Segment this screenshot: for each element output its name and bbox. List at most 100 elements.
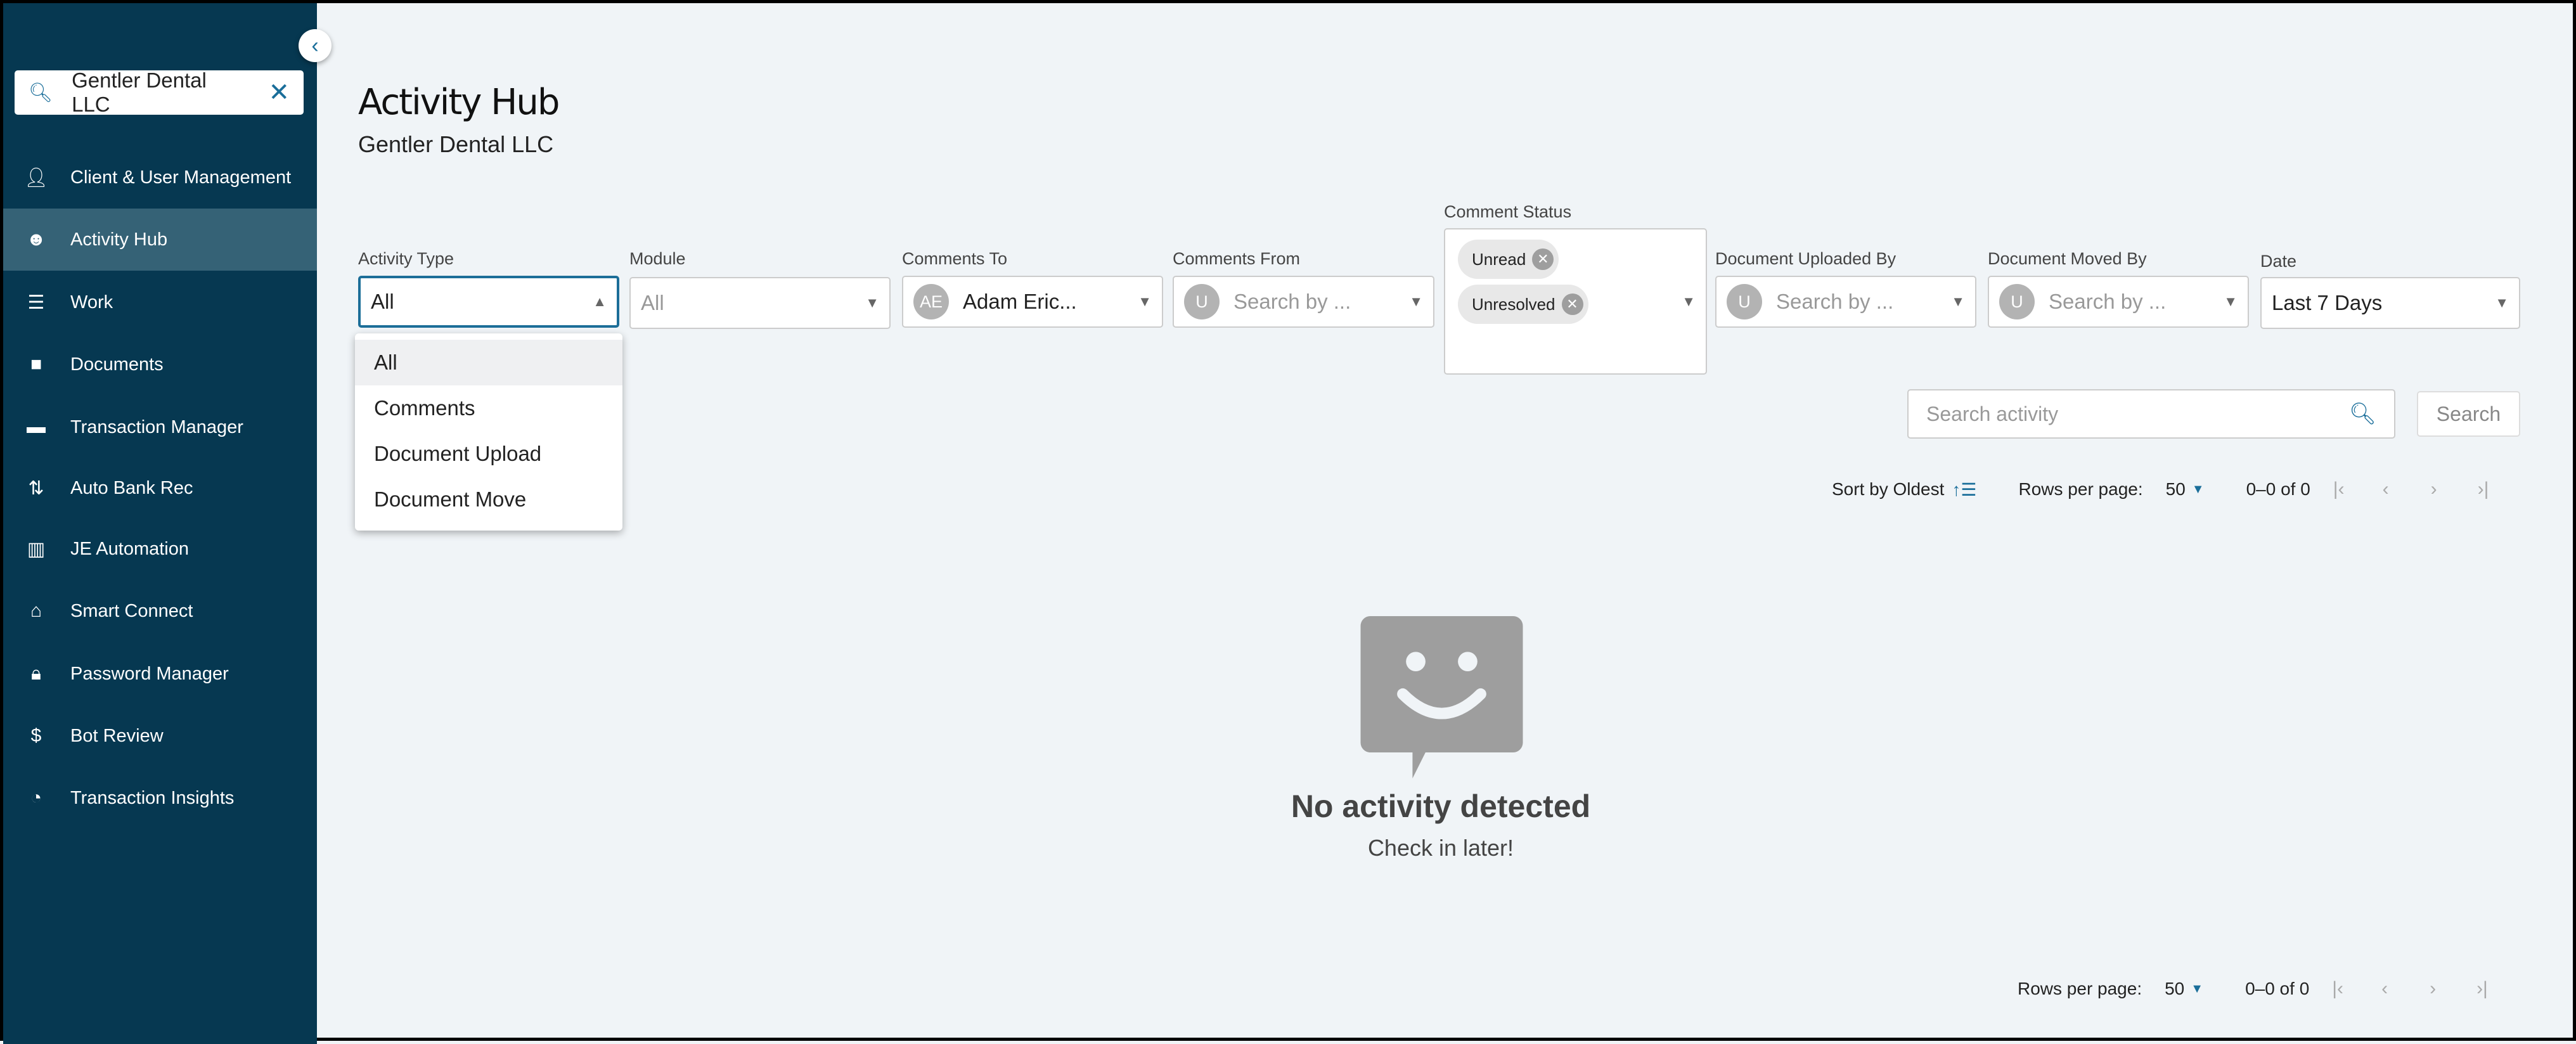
- search-button[interactable]: Search: [2417, 391, 2520, 437]
- avatar: U: [1727, 284, 1762, 319]
- sidebar-item-documents[interactable]: ■ Documents: [3, 333, 317, 396]
- company-search-input[interactable]: 🔍︎ Gentler Dental LLC ✕: [15, 68, 304, 116]
- sort-ascending-icon[interactable]: ↑☰: [1952, 479, 1976, 500]
- sidebar-item-auto-bank-rec[interactable]: ⇅ Auto Bank Rec: [3, 457, 317, 519]
- module-select[interactable]: All ▼: [629, 277, 891, 329]
- sidebar-item-label: JE Automation: [70, 538, 189, 559]
- activity-type-select[interactable]: All ▲: [358, 276, 619, 328]
- avatar: U: [1999, 284, 2035, 319]
- document-uploaded-by-placeholder: Search by ...: [1776, 290, 1894, 313]
- module-label: Module: [629, 249, 686, 268]
- avatar: AE: [913, 284, 949, 319]
- chip-unresolved: Unresolved ✕: [1458, 285, 1588, 324]
- activity-type-label: Activity Type: [358, 249, 454, 268]
- clear-icon[interactable]: ✕: [268, 78, 290, 107]
- first-page-icon[interactable]: |‹: [2332, 978, 2343, 1000]
- chip-unread: Unread ✕: [1458, 240, 1559, 279]
- document-moved-by-select[interactable]: U Search by ... ▼: [1988, 276, 2249, 328]
- chat-smile-icon: ☻: [26, 229, 46, 250]
- sidebar-item-label: Transaction Manager: [70, 416, 243, 437]
- rows-per-page-label: Rows per page:: [2018, 979, 2142, 998]
- search-activity-input[interactable]: Search activity 🔍︎: [1907, 389, 2395, 439]
- sidebar-item-label: Documents: [70, 354, 164, 375]
- caret-down-icon: ▼: [1951, 293, 1965, 309]
- chip-label: Unresolved: [1472, 294, 1555, 314]
- empty-title: No activity detected: [1291, 789, 1591, 824]
- previous-page-icon[interactable]: ‹: [2383, 479, 2389, 500]
- caret-down-icon: ▼: [1138, 293, 1152, 309]
- rows-per-page-select[interactable]: 50: [2165, 979, 2184, 999]
- sidebar-item-activity-hub[interactable]: ☻ Activity Hub: [3, 209, 317, 271]
- pagination-top: Sort by Oldest ↑☰ Rows per page: 50 ▼ 0–…: [1832, 470, 2489, 508]
- date-label: Date: [2260, 252, 2297, 271]
- next-page-icon[interactable]: ›: [2430, 978, 2436, 1000]
- next-page-icon[interactable]: ›: [2431, 479, 2437, 500]
- sidebar-item-label: Bot Review: [70, 725, 164, 746]
- page-range: 0–0 of 0: [2245, 979, 2310, 998]
- document-moved-by-label: Document Moved By: [1988, 249, 2147, 268]
- sidebar-item-label: Transaction Insights: [70, 787, 235, 808]
- avatar: U: [1184, 284, 1220, 319]
- caret-down-icon[interactable]: ▼: [2192, 482, 2205, 497]
- dollar-search-icon: $: [30, 725, 42, 746]
- comment-status-label: Comment Status: [1444, 202, 1572, 221]
- remove-chip-icon[interactable]: ✕: [1532, 248, 1554, 270]
- search-icon[interactable]: 🔍︎: [2349, 401, 2376, 427]
- sort-button[interactable]: Sort by Oldest: [1832, 479, 1944, 499]
- remove-chip-icon[interactable]: ✕: [1561, 293, 1583, 315]
- chevron-left-icon: ‹: [311, 33, 319, 58]
- empty-subtitle: Check in later!: [1367, 835, 1514, 861]
- company-search-value: Gentler Dental LLC: [72, 68, 207, 116]
- date-select[interactable]: Last 7 Days ▼: [2260, 277, 2520, 329]
- checklist-icon: ☰: [27, 292, 45, 313]
- user-gear-icon: 👤︎: [23, 167, 49, 188]
- first-page-icon[interactable]: |‹: [2333, 479, 2345, 500]
- sidebar-item-work[interactable]: ☰ Work: [3, 271, 317, 333]
- caret-down-icon: ▼: [2224, 293, 2238, 309]
- activity-type-menu: All Comments Document Upload Document Mo…: [355, 333, 622, 531]
- caret-up-icon: ▲: [593, 293, 607, 309]
- caret-down-icon: ▼: [2495, 295, 2509, 311]
- caret-down-icon: ▼: [1409, 293, 1423, 309]
- document-moved-by-placeholder: Search by ...: [2049, 290, 2167, 313]
- pagination-bottom: Rows per page: 50 ▼ 0–0 of 0 |‹ ‹ › ›|: [2018, 970, 2488, 1008]
- sidebar-item-client-user-management[interactable]: 👤︎ Client & User Management: [3, 146, 317, 209]
- sidebar-item-je-automation[interactable]: ▥ JE Automation: [3, 518, 317, 580]
- sidebar-item-transaction-insights[interactable]: ◔ Transaction Insights: [3, 767, 317, 829]
- sync-icon: ⇅: [28, 477, 44, 499]
- insights-icon: ◔: [30, 787, 42, 808]
- card-icon: ▬: [27, 416, 46, 437]
- activity-type-value: All: [371, 290, 394, 313]
- menu-item-document-upload[interactable]: Document Upload: [355, 431, 622, 477]
- comments-from-placeholder: Search by ...: [1233, 290, 1351, 313]
- sidebar-item-smart-connect[interactable]: ⌂ Smart Connect: [3, 580, 317, 642]
- module-value: All: [641, 291, 664, 314]
- date-value: Last 7 Days: [2272, 291, 2383, 314]
- rows-per-page-label: Rows per page:: [2018, 479, 2143, 499]
- menu-item-all[interactable]: All: [355, 340, 622, 385]
- bank-icon: ⌂: [30, 600, 42, 621]
- document-uploaded-by-select[interactable]: U Search by ... ▼: [1715, 276, 1976, 328]
- sidebar-item-label: Password Manager: [70, 663, 229, 684]
- caret-down-icon[interactable]: ▼: [2191, 982, 2203, 996]
- sidebar-item-label: Activity Hub: [70, 229, 168, 250]
- sidebar-item-label: Auto Bank Rec: [70, 477, 193, 498]
- lock-icon: 🔒︎: [31, 663, 41, 684]
- last-page-icon[interactable]: ›|: [2478, 479, 2489, 500]
- sidebar-item-bot-review[interactable]: $ Bot Review: [3, 705, 317, 767]
- sidebar-item-transaction-manager[interactable]: ▬ Transaction Manager: [3, 396, 317, 458]
- previous-page-icon[interactable]: ‹: [2381, 978, 2388, 1000]
- comments-to-value: Adam Eric...: [963, 290, 1077, 313]
- chat-smile-icon: [1360, 616, 1523, 778]
- last-page-icon[interactable]: ›|: [2476, 978, 2488, 1000]
- page-subtitle: Gentler Dental LLC: [358, 131, 554, 157]
- comments-from-select[interactable]: U Search by ... ▼: [1173, 276, 1434, 328]
- rows-per-page-select[interactable]: 50: [2166, 479, 2186, 499]
- sidebar-item-password-manager[interactable]: 🔒︎ Password Manager: [3, 643, 317, 705]
- collapse-sidebar-button[interactable]: ‹: [299, 29, 332, 62]
- folder-icon: ■: [30, 354, 42, 375]
- comment-status-select[interactable]: Unread ✕ Unresolved ✕ ▼: [1444, 228, 1707, 375]
- comments-to-select[interactable]: AE Adam Eric... ▼: [902, 276, 1163, 328]
- menu-item-comments[interactable]: Comments: [355, 385, 622, 431]
- menu-item-document-move[interactable]: Document Move: [355, 477, 622, 522]
